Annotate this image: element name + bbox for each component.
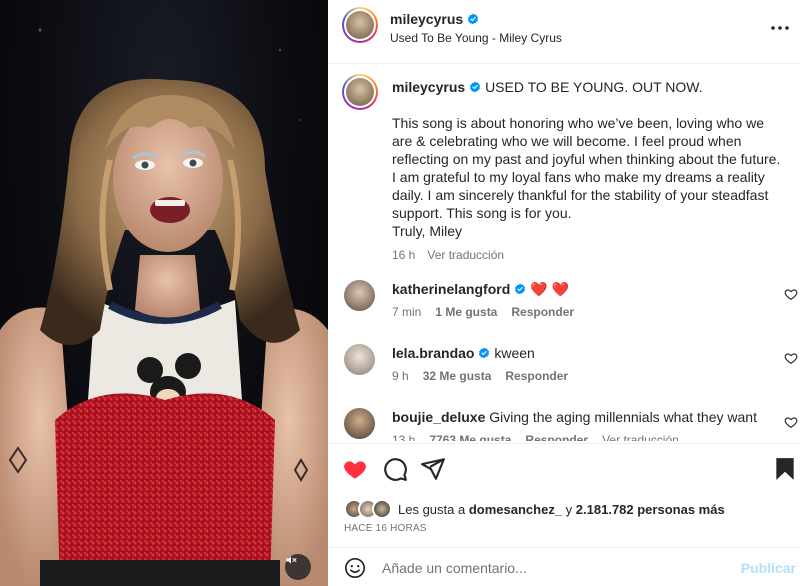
caption-avatar: [346, 78, 374, 106]
liker-username[interactable]: domesanchez_: [469, 502, 562, 517]
translate-link[interactable]: Ver traducción: [427, 248, 504, 262]
caption-story-ring[interactable]: [342, 74, 378, 110]
comment-row: katherinelangford ❤️ ❤️ 7 min 1 Me gusta R…: [328, 280, 800, 320]
caption-body: This song is about honoring who we’ve be…: [392, 115, 781, 221]
comment-time[interactable]: 13 h: [392, 433, 415, 441]
comment-username[interactable]: katherinelangford: [392, 281, 510, 297]
likes-count[interactable]: 2.181.782 personas más: [576, 502, 725, 517]
reply-button[interactable]: Responder: [505, 369, 568, 383]
caption-username[interactable]: mileycyrus: [392, 79, 465, 95]
translate-link[interactable]: Ver traducción: [602, 433, 679, 441]
comment-row: boujie_deluxe Giving the aging millennia…: [328, 408, 800, 441]
reply-button[interactable]: Responder: [511, 305, 574, 319]
emoji-icon[interactable]: [344, 557, 366, 579]
comment-time[interactable]: 7 min: [392, 305, 421, 319]
save-icon[interactable]: [772, 456, 798, 482]
comment-text: ❤️ ❤️: [530, 281, 569, 297]
comment-icon[interactable]: [382, 456, 408, 482]
likes-and: y: [565, 501, 573, 517]
comment-time[interactable]: 9 h: [392, 369, 409, 383]
video-player[interactable]: [0, 0, 328, 586]
video-frame: [0, 28, 328, 586]
comment-likes[interactable]: 32 Me gusta: [423, 369, 492, 383]
sound-off-icon: [286, 556, 297, 564]
comment-like-icon[interactable]: [784, 415, 798, 429]
verified-icon: [470, 81, 481, 93]
story-ring[interactable]: [342, 7, 378, 43]
comment-avatar[interactable]: [344, 280, 375, 311]
caption-sign: Truly, Miley: [392, 223, 462, 239]
post-header: mileycyrus Used To Be Young - Miley Cyru…: [328, 0, 800, 64]
comment-text: kween: [494, 345, 535, 361]
comment-likes[interactable]: 1 Me gusta: [435, 305, 497, 319]
comment-username[interactable]: boujie_deluxe: [392, 409, 485, 425]
audio-label[interactable]: Used To Be Young - Miley Cyrus: [390, 31, 562, 45]
likes-summary: Les gusta a domesanchez_ y 2.181.782 per…: [344, 499, 725, 519]
share-icon[interactable]: [420, 456, 446, 482]
more-options-button[interactable]: [768, 16, 792, 40]
verified-icon: [479, 347, 490, 359]
avatar: [346, 11, 374, 39]
heart-icon[interactable]: [342, 456, 368, 482]
caption-headline: USED TO BE YOUNG. OUT NOW.: [485, 79, 703, 95]
comment-text: Giving the aging millennials what they w…: [489, 409, 757, 425]
reply-button[interactable]: Responder: [525, 433, 588, 441]
likes-prefix: Les gusta a: [398, 501, 466, 517]
comment-row: lela.brandao kween 9 h 32 Me gusta Respond…: [328, 344, 800, 384]
post-actions: Les gusta a domesanchez_ y 2.181.782 per…: [328, 443, 800, 586]
verified-icon: [515, 283, 526, 295]
comment-like-icon[interactable]: [784, 351, 798, 365]
caption-time[interactable]: 16 h: [392, 248, 415, 262]
comment-username[interactable]: lela.brandao: [392, 345, 474, 361]
comment-input[interactable]: [382, 557, 722, 579]
verified-icon: [468, 13, 479, 25]
post-timestamp[interactable]: HACE 16 HORAS: [344, 523, 427, 534]
comment-form: Publicar: [328, 547, 800, 586]
sound-toggle-button[interactable]: [285, 554, 311, 580]
post-username[interactable]: mileycyrus: [390, 11, 463, 27]
comment-likes[interactable]: 7763 Me gusta: [429, 433, 511, 441]
post-panel: mileycyrus Used To Be Young - Miley Cyru…: [328, 0, 800, 586]
caption: mileycyrus USED TO BE YOUNG. OUT NOW. Th…: [392, 78, 787, 264]
likers-avatars[interactable]: [344, 499, 394, 519]
comments-list[interactable]: mileycyrus USED TO BE YOUNG. OUT NOW. Th…: [328, 65, 800, 441]
comment-like-icon[interactable]: [784, 287, 798, 301]
more-icon: [771, 26, 789, 30]
publish-button[interactable]: Publicar: [741, 560, 796, 576]
comment-avatar[interactable]: [344, 408, 375, 439]
comment-avatar[interactable]: [344, 344, 375, 375]
